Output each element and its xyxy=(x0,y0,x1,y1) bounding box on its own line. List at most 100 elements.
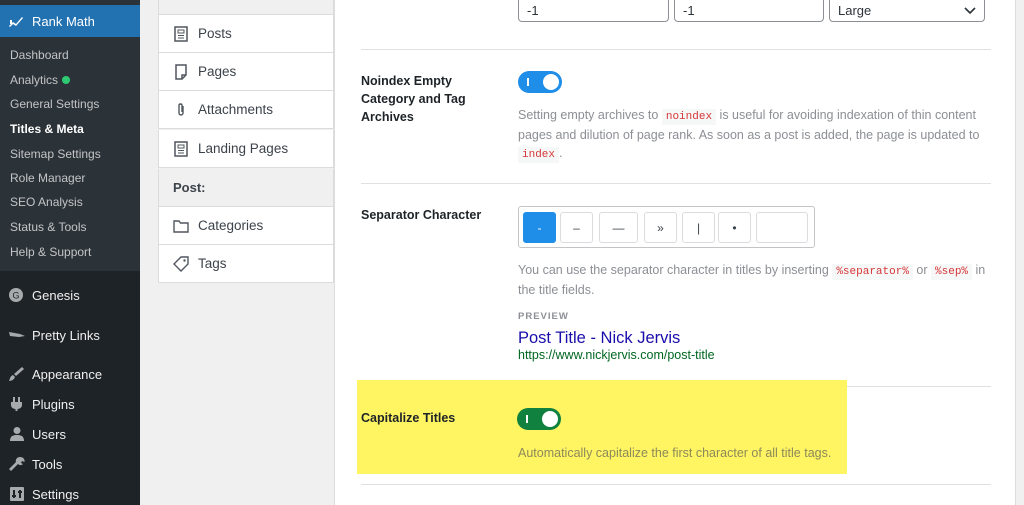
nav-item-pages[interactable]: Pages xyxy=(158,53,334,91)
pretty-links-label: Pretty Links xyxy=(32,327,100,343)
titles-meta-nav: Posts Pages Attachments Landing Pages Po… xyxy=(158,0,334,505)
separator-option-bullet[interactable]: • xyxy=(718,212,751,243)
noindex-desc-1: Setting empty archives to xyxy=(518,108,659,122)
nav-item-pages-label: Pages xyxy=(198,64,237,79)
appearance-label: Appearance xyxy=(32,366,103,382)
nav-item-tags-label: Tags xyxy=(198,256,227,271)
separator-option-pipe[interactable]: | xyxy=(682,212,715,243)
index-code: index xyxy=(518,147,560,163)
nav-group-post-types-partial xyxy=(158,0,334,15)
separator-option-raquo[interactable]: » xyxy=(644,212,677,243)
separator-option-en-dash[interactable]: – xyxy=(560,212,593,243)
rank-math-icon xyxy=(9,17,23,27)
noindex-description: Setting empty archives to noindex is use… xyxy=(518,106,988,164)
submenu-status-tools[interactable]: Status & Tools xyxy=(10,220,87,234)
rank-math-submenu: Dashboard Analytics General Settings Tit… xyxy=(0,37,140,271)
number-field-1[interactable]: -1 xyxy=(518,0,669,22)
capitalize-description: Automatically capitalize the first chara… xyxy=(518,446,832,460)
submenu-role-manager[interactable]: Role Manager xyxy=(10,171,85,185)
separator-label: Separator Character xyxy=(361,208,482,222)
chevron-down-icon xyxy=(964,6,976,14)
sidebar-item-tools[interactable]: Tools xyxy=(8,456,62,472)
nav-item-categories-label: Categories xyxy=(198,218,264,233)
separator-desc-or: or xyxy=(916,263,928,277)
plugins-label: Plugins xyxy=(32,396,75,412)
divider xyxy=(361,183,991,184)
sidebar-item-rank-math[interactable]: Rank Math xyxy=(0,5,140,37)
separator-option-em-dash[interactable]: — xyxy=(599,212,638,243)
capitalize-toggle[interactable] xyxy=(517,408,561,430)
nav-group-post-label: Post: xyxy=(173,180,206,195)
separator-description: You can use the separator character in t… xyxy=(518,261,988,299)
toggle-on-indicator xyxy=(526,415,528,423)
nav-item-attachments-label: Attachments xyxy=(198,102,274,117)
submenu-general-settings[interactable]: General Settings xyxy=(10,97,99,111)
separator-custom-input[interactable] xyxy=(756,212,808,243)
separator-code: %separator% xyxy=(832,264,913,280)
toggle-knob xyxy=(542,411,558,427)
image-size-select[interactable]: Large xyxy=(829,0,985,22)
sidebar-item-appearance[interactable]: Appearance xyxy=(8,366,102,382)
separator-options: - – — » | • xyxy=(518,206,815,248)
settings-label: Settings xyxy=(32,486,79,502)
nav-item-landing-pages-label: Landing Pages xyxy=(198,141,289,156)
settings-icon xyxy=(10,487,24,501)
sidebar-item-pretty-links[interactable]: Pretty Links xyxy=(8,327,100,343)
sidebar-item-settings[interactable]: Settings xyxy=(8,486,79,502)
preview-url: https://www.nickjervis.com/post-title xyxy=(518,348,715,362)
rank-math-label: Rank Math xyxy=(32,13,95,29)
noindex-code: noindex xyxy=(661,109,717,125)
divider xyxy=(361,49,991,50)
noindex-label: Noindex Empty Category and Tag Archives xyxy=(361,74,466,124)
tools-label: Tools xyxy=(32,456,63,472)
sidebar-item-plugins[interactable]: Plugins xyxy=(8,396,75,412)
toggle-knob xyxy=(543,74,559,90)
number-field-2[interactable]: -1 xyxy=(674,0,824,22)
submenu-help-support[interactable]: Help & Support xyxy=(10,245,91,259)
nav-item-landing-pages[interactable]: Landing Pages xyxy=(158,130,334,168)
nav-item-posts[interactable]: Posts xyxy=(158,15,334,53)
image-size-select-value: Large xyxy=(838,3,872,18)
preview-label: PREVIEW xyxy=(518,311,569,322)
genesis-label: Genesis xyxy=(32,287,80,303)
folder-icon xyxy=(173,219,189,233)
submenu-seo-analysis[interactable]: SEO Analysis xyxy=(10,195,83,209)
capitalize-label: Capitalize Titles xyxy=(361,411,456,425)
document-icon xyxy=(174,140,188,157)
wrench-icon xyxy=(9,457,25,471)
submenu-analytics[interactable]: Analytics xyxy=(10,73,71,87)
nav-item-posts-label: Posts xyxy=(198,26,232,41)
noindex-desc-3: . xyxy=(559,146,563,160)
sep-code: %sep% xyxy=(931,264,973,280)
nav-item-tags[interactable]: Tags xyxy=(158,245,334,283)
document-icon xyxy=(174,25,188,42)
nav-item-attachments[interactable]: Attachments xyxy=(158,91,334,129)
submenu-sitemap-settings[interactable]: Sitemap Settings xyxy=(10,147,101,161)
number-field-1-value: -1 xyxy=(527,3,539,18)
svg-text:G: G xyxy=(12,291,19,301)
number-field-2-value: -1 xyxy=(683,3,695,18)
paintbrush-icon xyxy=(9,367,24,381)
submenu-titles-meta[interactable]: Titles & Meta xyxy=(10,122,84,136)
tag-icon xyxy=(173,255,189,272)
analytics-status-dot xyxy=(62,76,71,84)
admin-sidebar: Rank Math Dashboard Analytics General Se… xyxy=(0,0,140,505)
separator-desc-1: You can use the separator character in t… xyxy=(518,263,829,277)
sidebar-item-genesis[interactable]: G Genesis xyxy=(8,287,80,303)
preview-title: Post Title - Nick Jervis xyxy=(518,329,681,347)
sidebar-item-users[interactable]: Users xyxy=(8,426,66,442)
nav-item-categories[interactable]: Categories xyxy=(158,207,334,245)
page-icon xyxy=(175,63,187,80)
users-label: Users xyxy=(32,426,66,442)
separator-option-hyphen[interactable]: - xyxy=(523,212,556,243)
noindex-toggle[interactable] xyxy=(518,71,562,93)
submenu-dashboard[interactable]: Dashboard xyxy=(10,48,69,62)
toggle-on-indicator xyxy=(527,78,529,86)
submenu-analytics-label: Analytics xyxy=(10,73,59,87)
genesis-icon: G xyxy=(9,288,23,302)
users-icon xyxy=(10,427,24,441)
nav-group-post: Post: xyxy=(158,169,334,207)
divider xyxy=(361,484,991,485)
paperclip-icon xyxy=(178,102,184,116)
pretty-links-icon xyxy=(9,332,25,337)
